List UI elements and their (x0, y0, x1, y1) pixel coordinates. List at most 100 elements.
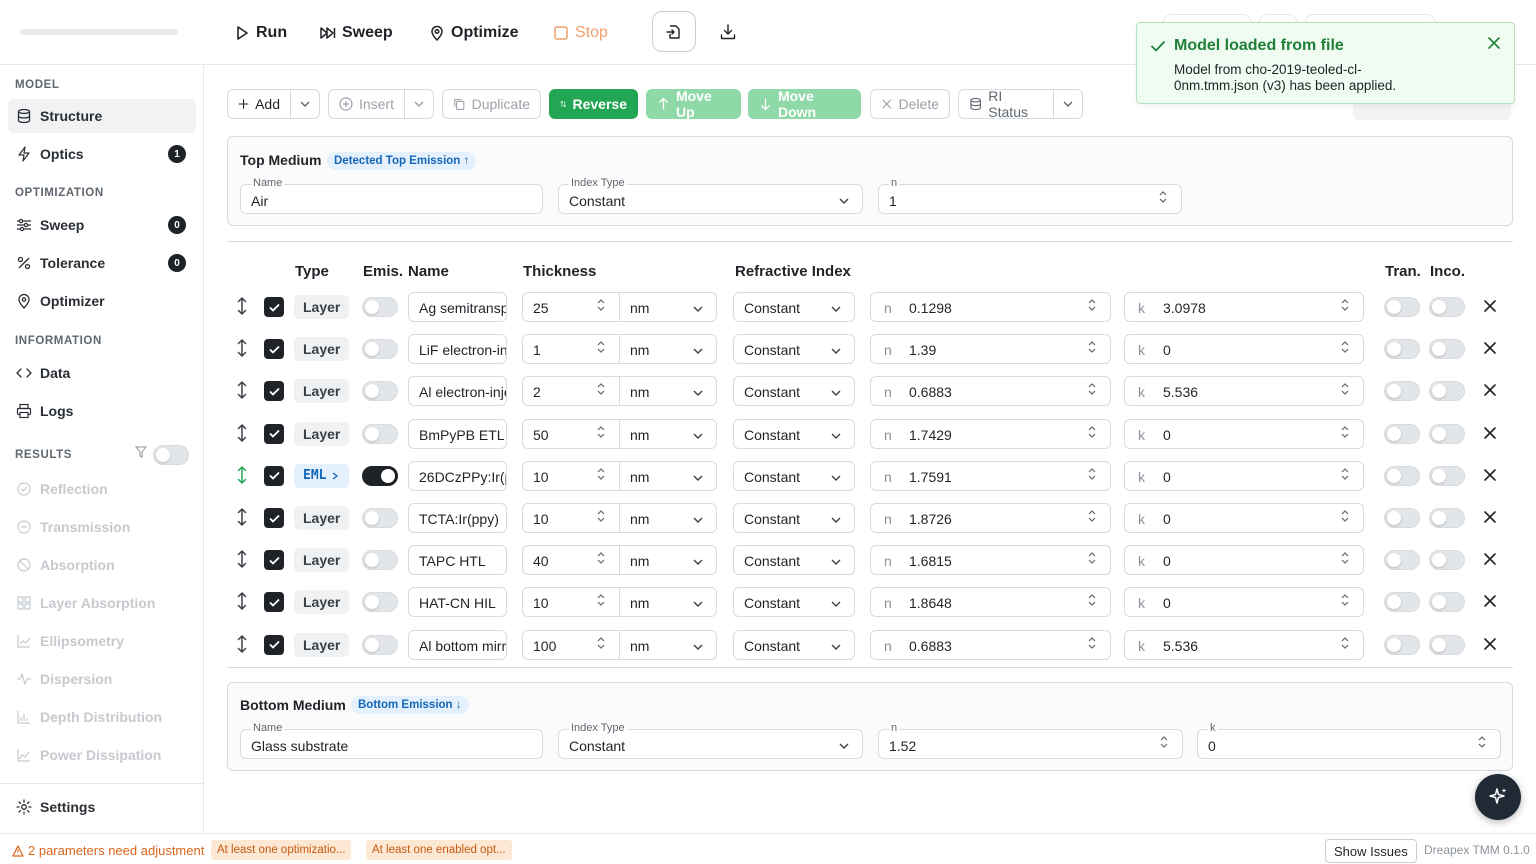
index-type-select[interactable]: Constant (733, 292, 855, 322)
n-value-input[interactable]: n 0.6883 (870, 376, 1111, 407)
layer-type-badge[interactable]: Layer (294, 590, 350, 615)
sidebar-item-tolerance[interactable]: Tolerance 0 (8, 246, 196, 280)
n-value-input[interactable]: n 1.6815 (870, 545, 1111, 576)
import-file-button[interactable] (652, 11, 696, 52)
move-down-button[interactable]: Move Down (748, 88, 861, 120)
thickness-input[interactable]: 50 (522, 418, 620, 449)
layer-type-badge[interactable]: Layer (294, 295, 350, 319)
incoherent-toggle[interactable] (1429, 508, 1465, 528)
thickness-input[interactable]: 1 (522, 334, 620, 365)
layer-enabled-checkbox[interactable] (264, 634, 284, 655)
index-type-select[interactable]: Constant (733, 376, 855, 407)
thickness-unit-select[interactable]: nm (620, 503, 717, 533)
layer-enabled-checkbox[interactable] (264, 508, 284, 528)
stepper-icon[interactable] (1088, 467, 1096, 481)
sidebar-item-reflection[interactable]: Reflection (8, 472, 196, 506)
k-value-input[interactable]: k 0 (1124, 545, 1364, 576)
add-layer-button[interactable]: Add (227, 89, 291, 119)
sidebar-item-sweep[interactable]: Sweep 0 (8, 208, 196, 242)
incoherent-toggle[interactable] (1429, 550, 1465, 571)
delete-row-icon[interactable] (1482, 298, 1498, 314)
issue-chip[interactable]: At least one optimizatio... (211, 840, 352, 860)
drag-handle-icon[interactable] (235, 634, 249, 654)
k-value-input[interactable]: k 5.536 (1124, 376, 1364, 407)
sidebar-item-power-dissipation[interactable]: Power Dissipation (8, 738, 196, 772)
sidebar-item-absorption[interactable]: Absorption (8, 548, 196, 582)
stepper-icon[interactable] (1088, 298, 1096, 312)
layer-type-badge[interactable]: Layer (294, 506, 350, 530)
layer-name-input[interactable]: Al bottom mirror (408, 629, 507, 660)
index-type-select[interactable]: Constant (733, 629, 855, 660)
ai-assistant-button[interactable] (1475, 774, 1521, 820)
filter-icon[interactable] (135, 446, 147, 458)
layer-type-badge[interactable]: Layer (294, 421, 350, 446)
drag-handle-icon[interactable] (235, 591, 249, 611)
layer-enabled-checkbox[interactable] (264, 381, 284, 402)
layer-enabled-checkbox[interactable] (264, 423, 284, 444)
layer-enabled-checkbox[interactable] (264, 339, 284, 360)
layer-type-badge[interactable]: Layer (294, 632, 350, 657)
drag-handle-icon[interactable] (235, 549, 249, 569)
stepper-icon[interactable] (1088, 593, 1096, 607)
drag-handle-icon[interactable] (235, 296, 249, 316)
sidebar-item-structure[interactable]: Structure (8, 99, 196, 133)
sidebar-item-logs[interactable]: Logs (8, 394, 196, 428)
thickness-input[interactable]: 100 (522, 629, 620, 660)
thickness-input[interactable]: 10 (522, 460, 620, 491)
stepper-icon[interactable] (597, 509, 605, 523)
stepper-icon[interactable] (1341, 382, 1349, 396)
stepper-icon[interactable] (1160, 735, 1168, 749)
insert-dropdown-button[interactable] (404, 89, 434, 119)
k-value-input[interactable]: k 0 (1124, 418, 1364, 449)
stepper-icon[interactable] (1341, 467, 1349, 481)
drag-handle-icon[interactable] (235, 423, 249, 443)
emission-toggle[interactable] (362, 465, 398, 486)
reverse-layers-button[interactable]: Reverse (549, 89, 638, 119)
stepper-icon[interactable] (1159, 190, 1167, 204)
transparent-toggle[interactable] (1384, 508, 1420, 528)
thickness-input[interactable]: 25 (522, 292, 620, 322)
delete-row-icon[interactable] (1482, 509, 1498, 525)
top-medium-index-type-select[interactable]: Index Type Constant (558, 177, 863, 214)
stepper-icon[interactable] (1341, 593, 1349, 607)
emission-toggle[interactable] (362, 508, 398, 528)
duplicate-layer-button[interactable]: Duplicate (442, 89, 541, 119)
insert-layer-button[interactable]: Insert (328, 89, 405, 119)
close-icon[interactable] (1486, 35, 1502, 51)
n-value-input[interactable]: n 1.8726 (870, 503, 1111, 533)
delete-row-icon[interactable] (1482, 593, 1498, 609)
n-value-input[interactable]: n 1.39 (870, 334, 1111, 365)
view-mode-switch[interactable] (1353, 104, 1511, 120)
k-value-input[interactable]: k 0 (1124, 503, 1364, 533)
drag-handle-icon[interactable] (235, 507, 249, 527)
drag-handle-icon[interactable] (235, 380, 249, 400)
layer-name-input[interactable]: Ag semitransparent (408, 292, 507, 322)
layer-type-badge[interactable]: EML (294, 463, 350, 488)
k-value-input[interactable]: k 0 (1124, 460, 1364, 491)
n-value-input[interactable]: n 1.7429 (870, 418, 1111, 449)
layer-name-input[interactable]: TCTA:Ir(ppy) (408, 503, 507, 533)
sidebar-item-optics[interactable]: Optics 1 (8, 137, 196, 171)
thickness-unit-select[interactable]: nm (620, 587, 717, 618)
stepper-icon[interactable] (597, 382, 605, 396)
delete-row-icon[interactable] (1482, 382, 1498, 398)
thickness-input[interactable]: 40 (522, 545, 620, 576)
layer-type-badge[interactable]: Layer (294, 379, 350, 404)
sidebar-item-settings[interactable]: Settings (8, 790, 196, 824)
index-type-select[interactable]: Constant (733, 460, 855, 491)
ri-status-button[interactable]: RI Status (958, 88, 1054, 120)
k-value-input[interactable]: k 0 (1124, 334, 1364, 365)
n-value-input[interactable]: n 1.7591 (870, 460, 1111, 491)
transparent-toggle[interactable] (1384, 297, 1420, 317)
layer-type-badge[interactable]: Layer (294, 548, 350, 573)
stepper-icon[interactable] (1088, 509, 1096, 523)
stepper-icon[interactable] (597, 298, 605, 312)
n-value-input[interactable]: n 0.1298 (870, 292, 1111, 322)
emission-toggle[interactable] (362, 550, 398, 571)
drag-handle-icon[interactable] (235, 465, 249, 485)
transparent-toggle[interactable] (1384, 465, 1420, 486)
delete-row-icon[interactable] (1482, 636, 1498, 652)
thickness-unit-select[interactable]: nm (620, 545, 717, 576)
bottom-medium-k-input[interactable]: k 0 (1197, 722, 1501, 759)
issue-chip[interactable]: At least one enabled opt... (366, 840, 512, 860)
